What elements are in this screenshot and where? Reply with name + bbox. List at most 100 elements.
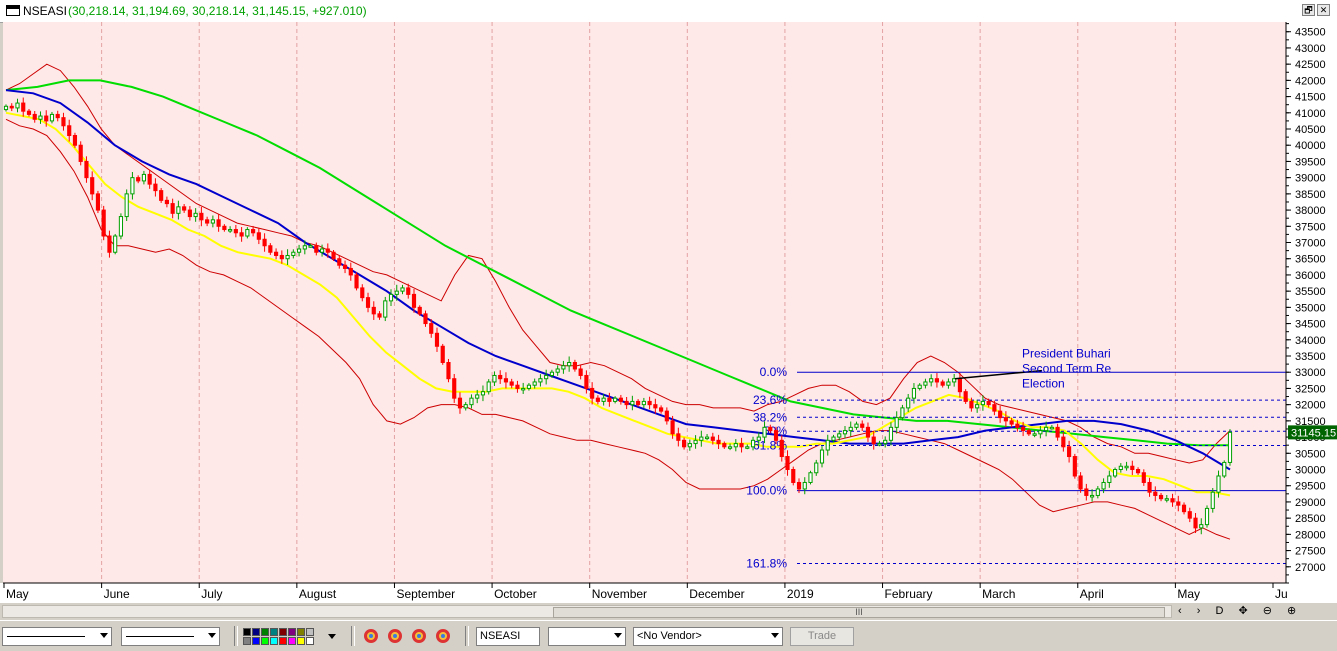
candle-up [245, 229, 250, 237]
candle-down [647, 400, 652, 406]
color-swatch[interactable] [243, 628, 251, 636]
color-swatch[interactable] [279, 628, 287, 636]
candle-down [595, 397, 600, 402]
trade-button[interactable]: Trade [790, 627, 854, 646]
price-chart[interactable]: 0.0%23.6%38.2%50%61.8%100.0%161.8% Presi… [0, 22, 1337, 603]
browser-icon[interactable] [388, 629, 402, 643]
y-tick-label: 37500 [1295, 221, 1326, 233]
candle-up [837, 433, 842, 438]
candle-up [291, 251, 296, 256]
toolbar-divider [351, 626, 355, 646]
color-swatch[interactable] [279, 637, 287, 645]
candle-down [768, 426, 773, 432]
restore-window-button[interactable]: 🗗 [1302, 4, 1315, 16]
y-tick-label: 38000 [1295, 205, 1326, 217]
candle-up [762, 426, 767, 438]
y-tick-label: 36000 [1295, 270, 1326, 282]
color-swatch[interactable] [261, 628, 269, 636]
y-tick-label: 29000 [1295, 497, 1326, 509]
chevron-down-icon [771, 633, 779, 638]
candle-down [440, 345, 445, 363]
candle-down [1015, 423, 1020, 428]
candle-up [883, 439, 888, 445]
browser-icon[interactable] [364, 629, 378, 643]
color-swatch[interactable] [288, 628, 296, 636]
candle-down [446, 361, 451, 380]
candle-up [521, 387, 526, 391]
color-swatch[interactable] [306, 628, 314, 636]
candle-up [1095, 488, 1100, 496]
candle-down [992, 404, 997, 412]
ohlc-readout: (30,218.14, 31,194.69, 30,218.14, 31,145… [68, 4, 367, 18]
candle-down [1061, 436, 1066, 448]
candle-up [693, 439, 698, 445]
chart-navigation-tools[interactable]: ‹ › D ✥ ⊖ ⊕ [1178, 604, 1302, 617]
color-swatch[interactable] [270, 637, 278, 645]
fib-level-label: 0.0% [760, 365, 788, 379]
drawing-toolbar: NSEASI <No Vendor> Trade [0, 620, 1337, 651]
candle-down [365, 297, 371, 308]
candle-up [1216, 475, 1221, 493]
color-swatch[interactable] [261, 637, 269, 645]
x-tick-label: Ju [1275, 587, 1288, 601]
candle-down [325, 248, 330, 253]
candle-down [371, 306, 376, 315]
candle-down [773, 430, 779, 441]
candle-down [1141, 472, 1146, 483]
color-swatch[interactable] [288, 637, 296, 645]
color-swatch[interactable] [297, 637, 305, 645]
color-swatch[interactable] [270, 628, 278, 636]
candle-up [848, 426, 853, 432]
color-swatch[interactable] [252, 637, 260, 645]
close-window-button[interactable]: ✕ [1317, 4, 1330, 16]
candle-up [463, 404, 468, 409]
candle-down [722, 443, 727, 448]
y-tick-label: 38500 [1295, 189, 1326, 201]
vendor-select[interactable]: <No Vendor> [633, 627, 783, 646]
y-tick-label: 34500 [1295, 319, 1326, 331]
toolbar-divider [234, 626, 238, 646]
candle-down [871, 436, 876, 445]
candle-up [176, 206, 181, 214]
candle-down [262, 238, 267, 247]
candle-down [337, 258, 342, 266]
candle-up [544, 374, 549, 380]
line-style-select[interactable] [2, 627, 112, 646]
x-tick-label: March [982, 587, 1015, 601]
scroll-row: III ‹ › D ✥ ⊖ ⊕ [0, 603, 1337, 619]
x-tick-label: October [494, 587, 537, 601]
color-swatch[interactable] [243, 637, 251, 645]
candle-up [808, 472, 813, 483]
candle-down [342, 264, 348, 269]
watchlist-select[interactable] [548, 627, 626, 646]
candle-up [1118, 465, 1123, 471]
candle-down [72, 134, 78, 146]
candle-down [860, 423, 865, 428]
symbol-input[interactable]: NSEASI [476, 627, 540, 646]
candle-down [515, 384, 520, 389]
line-width-select[interactable] [121, 627, 220, 646]
y-tick-label: 42500 [1295, 59, 1326, 71]
browser-icon[interactable] [412, 629, 426, 643]
scrollbar-thumb[interactable]: III [553, 607, 1165, 618]
y-tick-label: 32500 [1295, 383, 1326, 395]
y-tick-label: 28500 [1295, 513, 1326, 525]
vendor-select-value: <No Vendor> [637, 630, 702, 642]
color-swatch[interactable] [306, 637, 314, 645]
candle-up [549, 371, 554, 376]
candle-down [136, 177, 141, 182]
candle-up [733, 443, 738, 448]
color-swatch[interactable] [297, 628, 305, 636]
browser-icon[interactable] [436, 629, 450, 643]
palette-chevron-icon[interactable] [328, 634, 336, 639]
candle-up [831, 436, 836, 441]
horizontal-scrollbar[interactable]: III [2, 605, 1172, 618]
color-palette[interactable] [243, 627, 325, 646]
candle-up [130, 177, 135, 195]
candle-up [894, 417, 899, 428]
candle-down [1158, 494, 1164, 500]
candle-down [934, 378, 940, 383]
candle-down [360, 287, 365, 299]
color-swatch[interactable] [252, 628, 260, 636]
candle-up [486, 381, 491, 393]
